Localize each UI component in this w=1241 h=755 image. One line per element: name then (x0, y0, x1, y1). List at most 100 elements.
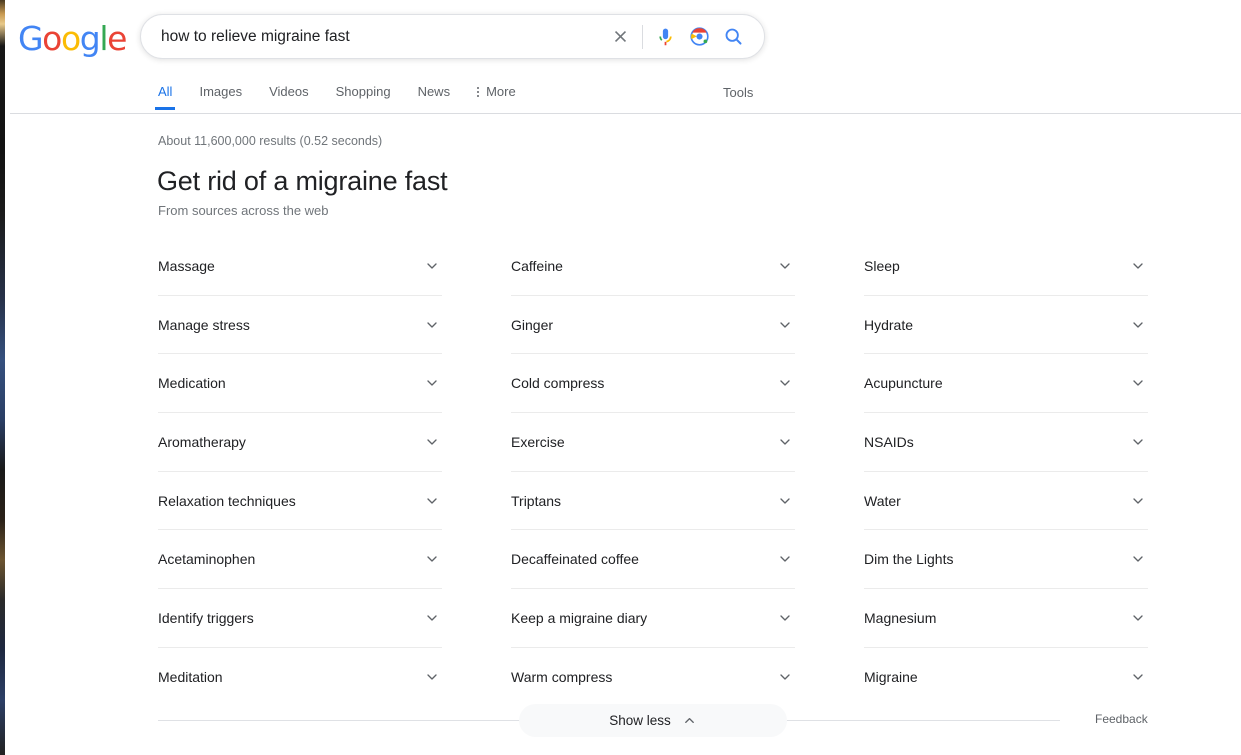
accordion-item-label: Cold compress (511, 375, 604, 391)
logo-letter-l: l (99, 19, 107, 58)
accordion-item[interactable]: Keep a migraine diary (511, 589, 795, 648)
chevron-down-icon (424, 258, 440, 274)
tab-shopping[interactable]: Shopping (336, 78, 391, 110)
accordion-item-label: Triptans (511, 493, 561, 509)
chevron-down-icon (424, 610, 440, 626)
accordion-item-label: Magnesium (864, 610, 936, 626)
tab-news-label: News (418, 84, 451, 99)
tab-more[interactable]: More (477, 78, 516, 110)
chevron-down-icon (424, 375, 440, 391)
accordion-column-3: Sleep Hydrate Acupuncture NSAIDs Water D… (864, 237, 1148, 707)
search-tabs: All Images Videos Shopping News More (158, 78, 543, 114)
accordion-item-label: Medication (158, 375, 226, 391)
search-box-actions (603, 20, 764, 54)
clear-search-button[interactable] (603, 20, 637, 54)
search-actions-divider (642, 25, 643, 49)
accordion-item[interactable]: Water (864, 472, 1148, 531)
google-lens-icon (689, 26, 710, 47)
knowledge-accordion-columns: Massage Manage stress Medication Aromath… (158, 237, 1148, 707)
logo-letter-g1: G (18, 19, 42, 58)
chevron-down-icon (777, 375, 793, 391)
close-icon (611, 27, 630, 46)
chevron-down-icon (777, 493, 793, 509)
accordion-item[interactable]: Meditation (158, 648, 442, 707)
chevron-down-icon (424, 669, 440, 685)
accordion-item[interactable]: NSAIDs (864, 413, 1148, 472)
window-edge-artifact (0, 0, 5, 755)
tools-button[interactable]: Tools (723, 85, 753, 100)
accordion-column-2: Caffeine Ginger Cold compress Exercise T… (511, 237, 795, 707)
more-dots-icon (477, 87, 479, 97)
tab-images-label: Images (199, 84, 242, 99)
accordion-item[interactable]: Ginger (511, 296, 795, 355)
accordion-item-label: Caffeine (511, 258, 563, 274)
chevron-down-icon (777, 317, 793, 333)
accordion-column-1: Massage Manage stress Medication Aromath… (158, 237, 442, 707)
accordion-item-label: Dim the Lights (864, 551, 953, 567)
accordion-item[interactable]: Triptans (511, 472, 795, 531)
accordion-item[interactable]: Manage stress (158, 296, 442, 355)
accordion-item[interactable]: Magnesium (864, 589, 1148, 648)
tab-videos-label: Videos (269, 84, 309, 99)
chevron-down-icon (777, 610, 793, 626)
tab-all[interactable]: All (158, 78, 172, 110)
accordion-item[interactable]: Cold compress (511, 354, 795, 413)
accordion-item[interactable]: Warm compress (511, 648, 795, 707)
logo-letter-o1: o (42, 19, 61, 58)
voice-search-button[interactable] (648, 20, 682, 54)
chevron-down-icon (777, 669, 793, 685)
accordion-item-label: Warm compress (511, 669, 612, 685)
google-logo[interactable]: Google (18, 22, 126, 55)
tab-all-label: All (158, 84, 172, 99)
search-input[interactable] (141, 15, 603, 58)
accordion-item-label: Keep a migraine diary (511, 610, 647, 626)
accordion-item[interactable]: Sleep (864, 237, 1148, 296)
chevron-down-icon (1130, 669, 1146, 685)
search-icon (723, 26, 744, 47)
search-header: Google (0, 0, 1241, 114)
accordion-item[interactable]: Relaxation techniques (158, 472, 442, 531)
tab-news[interactable]: News (418, 78, 451, 110)
accordion-item-label: Relaxation techniques (158, 493, 296, 509)
accordion-item[interactable]: Medication (158, 354, 442, 413)
knowledge-block-subtitle: From sources across the web (158, 203, 329, 218)
accordion-item[interactable]: Acupuncture (864, 354, 1148, 413)
chevron-down-icon (1130, 434, 1146, 450)
logo-letter-e: e (107, 19, 126, 58)
accordion-item-label: Migraine (864, 669, 918, 685)
tab-videos[interactable]: Videos (269, 78, 309, 110)
search-submit-button[interactable] (716, 20, 750, 54)
accordion-item-label: Manage stress (158, 317, 250, 333)
google-lens-button[interactable] (682, 20, 716, 54)
chevron-down-icon (777, 551, 793, 567)
tab-images[interactable]: Images (199, 78, 242, 110)
accordion-item[interactable]: Acetaminophen (158, 530, 442, 589)
chevron-down-icon (1130, 258, 1146, 274)
microphone-icon (655, 26, 676, 47)
accordion-item[interactable]: Exercise (511, 413, 795, 472)
accordion-item[interactable]: Massage (158, 237, 442, 296)
accordion-item-label: Massage (158, 258, 215, 274)
chevron-down-icon (424, 493, 440, 509)
accordion-item[interactable]: Identify triggers (158, 589, 442, 648)
accordion-item-label: Decaffeinated coffee (511, 551, 639, 567)
logo-letter-o2: o (61, 19, 80, 58)
tab-shopping-label: Shopping (336, 84, 391, 99)
accordion-item-label: Hydrate (864, 317, 913, 333)
chevron-down-icon (424, 434, 440, 450)
chevron-down-icon (777, 258, 793, 274)
accordion-item-label: Water (864, 493, 901, 509)
accordion-item[interactable]: Decaffeinated coffee (511, 530, 795, 589)
accordion-item[interactable]: Hydrate (864, 296, 1148, 355)
accordion-item[interactable]: Dim the Lights (864, 530, 1148, 589)
chevron-down-icon (1130, 610, 1146, 626)
search-box[interactable] (140, 14, 765, 59)
accordion-item[interactable]: Caffeine (511, 237, 795, 296)
chevron-down-icon (424, 317, 440, 333)
accordion-item[interactable]: Aromatherapy (158, 413, 442, 472)
show-less-button[interactable]: Show less (519, 704, 787, 737)
results-count: About 11,600,000 results (0.52 seconds) (158, 134, 382, 148)
feedback-link[interactable]: Feedback (1095, 712, 1148, 726)
accordion-item[interactable]: Migraine (864, 648, 1148, 707)
chevron-down-icon (777, 434, 793, 450)
